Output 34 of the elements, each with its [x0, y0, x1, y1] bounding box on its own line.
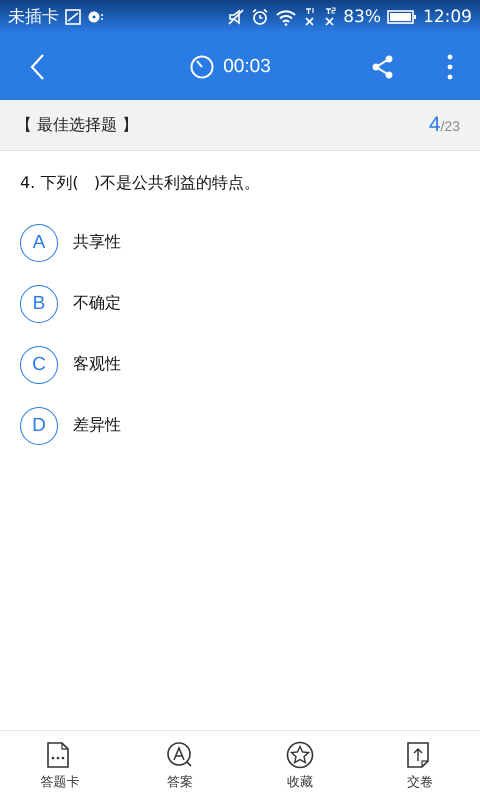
question-text: 4. 下列( )不是公共利益的特点。: [20, 173, 262, 194]
tab-item[interactable]: 答案: [120, 731, 240, 800]
tab-item[interactable]: 收藏: [240, 731, 360, 800]
battery-icon: [387, 8, 417, 24]
timer-icon: [189, 54, 216, 80]
search-icon: [166, 740, 194, 768]
mute-icon: [227, 8, 246, 26]
section-title: 【 最佳选择题 】: [16, 114, 138, 136]
disc-icon: [87, 10, 105, 24]
more-icon[interactable]: [446, 54, 454, 80]
option-text[interactable]: 共享性: [73, 232, 121, 253]
option-letter[interactable]: A: [20, 224, 58, 262]
timer-text: 00:03: [223, 56, 271, 78]
sim-icon: [323, 6, 338, 26]
tab-item[interactable]: 答题卡: [0, 731, 120, 800]
option-letter[interactable]: B: [20, 284, 58, 322]
carrier-name: 未插卡: [8, 6, 59, 28]
total-number: /23: [440, 118, 460, 134]
tab-label: 答案: [167, 774, 193, 790]
option-text[interactable]: 客观性: [73, 354, 121, 375]
tab-label: 交卷: [407, 774, 433, 790]
tab-label: 收藏: [287, 774, 313, 790]
option-letter[interactable]: C: [20, 346, 58, 384]
option-letter[interactable]: D: [20, 406, 58, 444]
current-number: 4: [428, 113, 441, 137]
tab-item[interactable]: 交卷: [360, 731, 480, 800]
option-text[interactable]: 不确定: [73, 293, 121, 314]
alarm-icon: [251, 8, 270, 26]
wifi-icon: [275, 8, 298, 26]
clock-time: 12:09: [423, 6, 472, 26]
battery-percent: 83%: [343, 6, 381, 26]
tab-label: 答题卡: [40, 774, 80, 790]
image-icon: [65, 8, 81, 24]
option-text[interactable]: 差异性: [73, 415, 121, 436]
